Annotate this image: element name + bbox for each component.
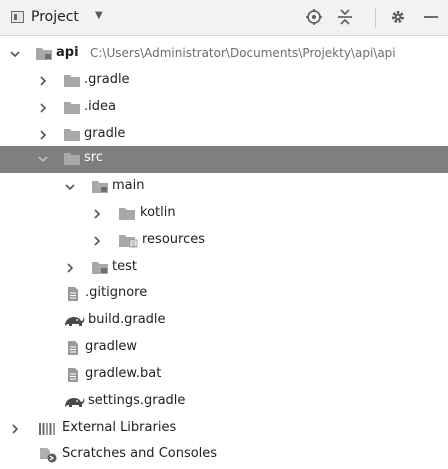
tree-row-gradle-dot[interactable]: .gradle [0,68,448,95]
source-folder-icon [92,181,108,193]
tree-row-test[interactable]: test [0,255,448,282]
collapse-icon[interactable] [334,6,356,28]
folder-icon [64,153,80,165]
tree-row-src[interactable]: src [0,146,448,173]
dropdown-caret-icon[interactable]: ▼ [95,10,103,21]
tree-row-settings-gradle[interactable]: settings.gradle [0,389,448,416]
tree-row-main[interactable]: main [0,174,448,201]
text-file-icon [68,368,78,382]
tree-label-build-gradle: build.gradle [88,312,166,327]
tree-row-idea[interactable]: .idea [0,95,448,122]
tree-label-settings-gradle: settings.gradle [88,393,186,408]
tree-row-external-libraries[interactable]: External Libraries [0,416,448,443]
globe-icon[interactable] [303,6,325,28]
tree-label-api: api [56,45,79,60]
text-file-icon [68,287,78,301]
tree-label-gradle-dot: .gradle [84,72,130,87]
tree-label-gradlew: gradlew [85,339,138,354]
project-toolbar: Project ▼ [0,0,448,36]
tree-label-gradle: gradle [84,126,126,141]
gradle-elephant-icon [65,317,85,326]
folder-icon [64,75,80,87]
chevron-right-icon[interactable] [63,261,77,275]
tree-label-src: src [84,150,103,165]
tree-row-api[interactable]: api C:\Users\Administrator\Documents\Pro… [0,41,448,68]
tree-label-scratches: Scratches and Consoles [62,446,218,461]
tree-label-gradlew-bat: gradlew.bat [85,366,162,381]
chevron-down-icon[interactable] [63,180,77,194]
library-icon [39,423,55,435]
tree-label-resources: resources [142,232,206,247]
module-folder-icon [36,48,52,60]
tree-row-resources[interactable]: resources [0,228,448,255]
scratches-icon [40,448,57,463]
folder-icon [64,129,80,141]
tree-label-test: test [112,259,137,274]
tree-row-scratches[interactable]: Scratches and Consoles [0,442,448,469]
tree-row-gradlew[interactable]: gradlew [0,335,448,362]
chevron-right-icon[interactable] [36,101,50,115]
text-file-icon [68,341,78,355]
folder-icon [64,102,80,114]
tree-row-gradlew-bat[interactable]: gradlew.bat [0,362,448,389]
gear-icon[interactable] [387,6,409,28]
chevron-down-icon[interactable] [8,47,22,61]
module-path: C:\Users\Administrator\Documents\Projekt… [90,46,396,60]
test-folder-icon [92,262,108,274]
tree-label-external-libraries: External Libraries [62,420,177,435]
tree-label-gitignore: .gitignore [85,285,148,300]
chevron-down-icon[interactable] [36,152,50,166]
tree-row-gitignore[interactable]: .gitignore [0,281,448,308]
resources-folder-icon [119,235,138,248]
tree-label-kotlin: kotlin [140,205,176,220]
folder-icon [119,208,135,220]
tree-label-main: main [112,178,145,193]
chevron-right-icon[interactable] [36,74,50,88]
toolbar-separator [375,8,376,28]
tree-row-kotlin[interactable]: kotlin [0,201,448,228]
tree-row-build-gradle[interactable]: build.gradle [0,308,448,335]
tree-row-gradle[interactable]: gradle [0,122,448,149]
gradle-elephant-icon [65,398,85,407]
chevron-right-icon[interactable] [90,207,104,221]
minimize-icon[interactable] [420,6,442,28]
project-view-selector[interactable]: Project [31,9,79,25]
tree-label-idea: .idea [84,99,116,114]
chevron-right-icon[interactable] [36,128,50,142]
chevron-right-icon[interactable] [90,234,104,248]
project-window-icon [11,11,24,23]
chevron-right-icon[interactable] [8,422,22,436]
